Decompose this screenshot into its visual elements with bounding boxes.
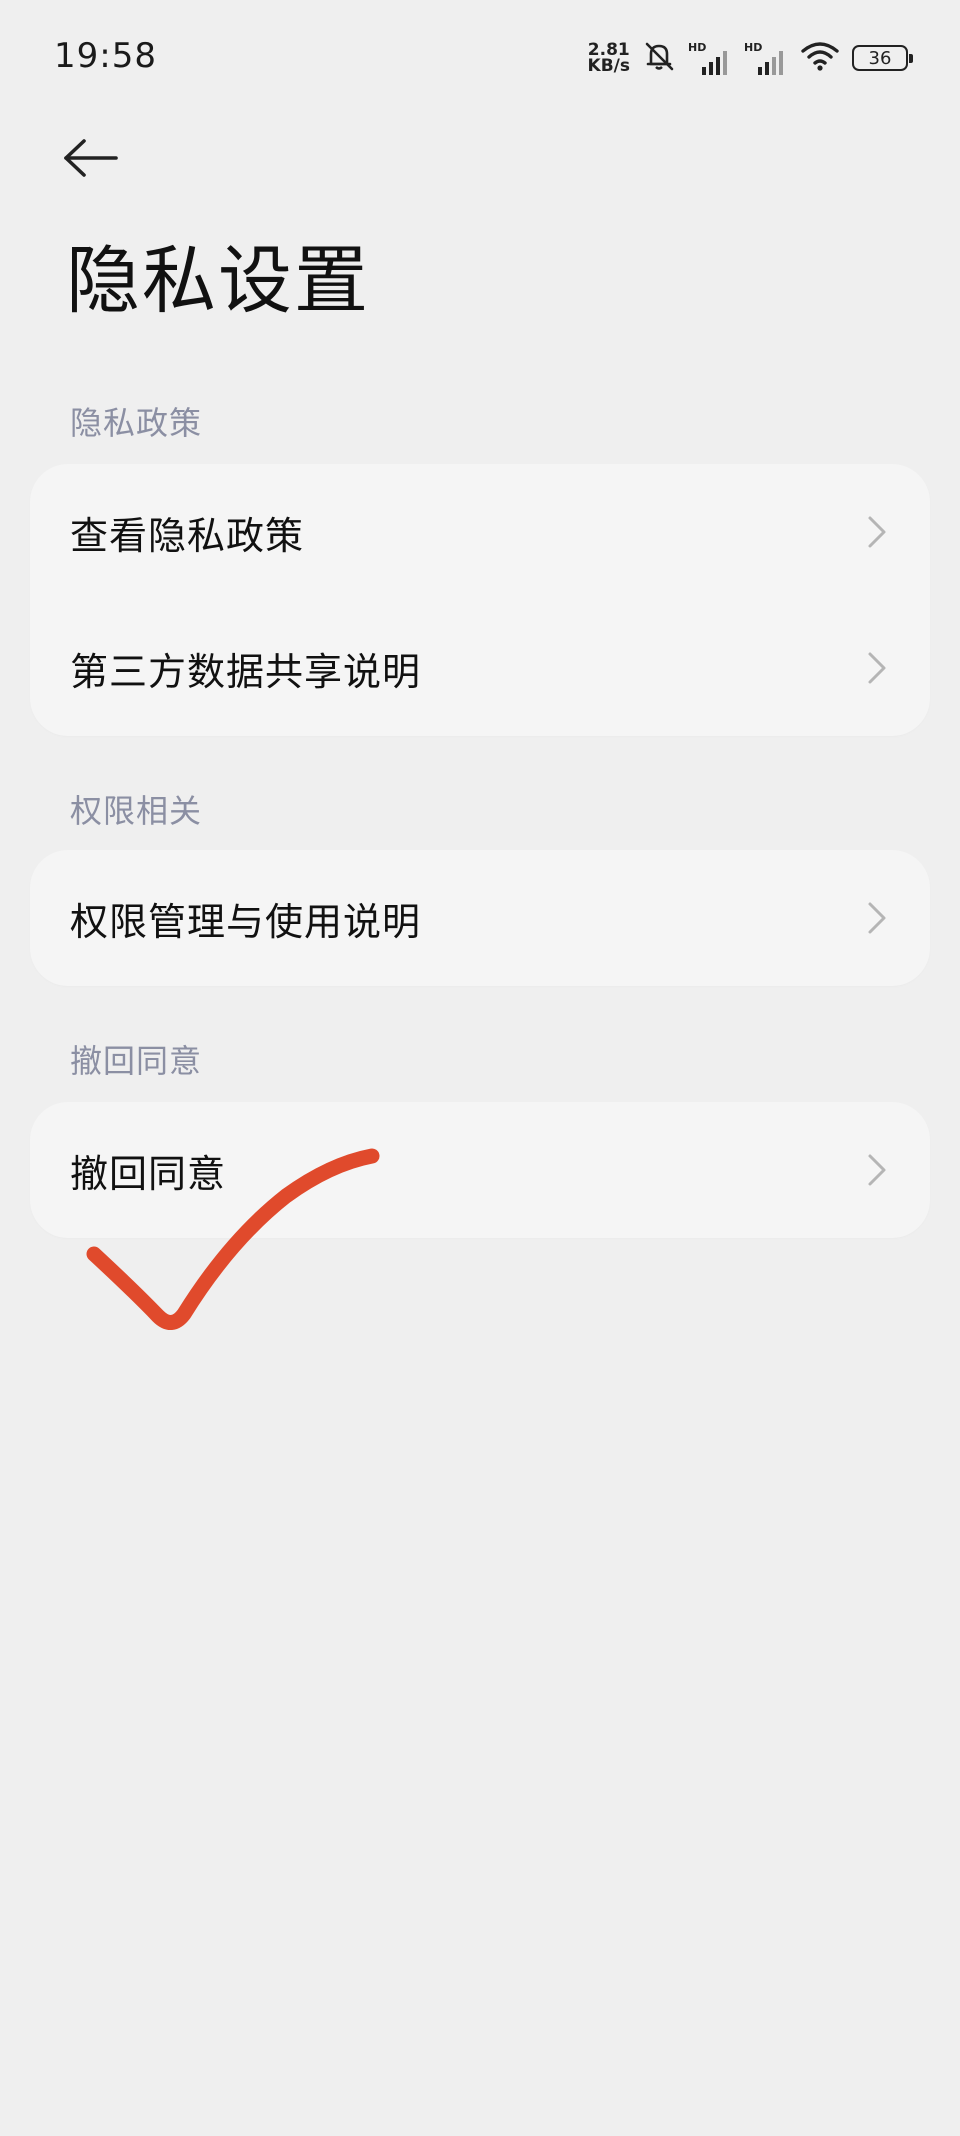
network-speed: 2.81 KB/s (587, 42, 630, 76)
row-permission-management[interactable]: 权限管理与使用说明 (30, 850, 930, 986)
row-label: 第三方数据共享说明 (70, 649, 422, 694)
checkmark-annotation-icon (86, 1148, 380, 1330)
cellular-signal-icon: HD (688, 41, 732, 75)
wifi-icon (800, 40, 840, 76)
card-permissions: 权限管理与使用说明 (30, 850, 930, 986)
network-speed-unit: KB/s (587, 56, 630, 76)
back-button[interactable] (62, 132, 132, 188)
battery-icon: 36 (852, 45, 913, 71)
cellular-signal-icon: HD (744, 41, 788, 75)
status-time: 19:58 (54, 36, 157, 76)
section-header-privacy-policy: 隐私政策 (70, 404, 203, 442)
mute-bell-icon (642, 39, 676, 77)
back-arrow-icon (62, 138, 120, 182)
row-third-party-data-sharing[interactable]: 第三方数据共享说明 (30, 600, 930, 736)
status-bar: 19:58 2.81 KB/s HD HD 36 (0, 0, 960, 110)
section-header-withdraw-consent: 撤回同意 (70, 1042, 203, 1080)
row-view-privacy-policy[interactable]: 查看隐私政策 (30, 464, 930, 600)
chevron-right-icon (866, 648, 890, 688)
row-label: 查看隐私政策 (70, 513, 305, 558)
card-privacy-policy: 查看隐私政策 第三方数据共享说明 (30, 464, 930, 736)
chevron-right-icon (866, 898, 890, 938)
page-title: 隐私设置 (66, 238, 370, 324)
section-header-permissions: 权限相关 (70, 792, 203, 830)
chevron-right-icon (866, 512, 890, 552)
status-icons: 2.81 KB/s HD HD 36 (587, 38, 913, 78)
chevron-right-icon (866, 1150, 890, 1190)
row-label: 权限管理与使用说明 (70, 899, 422, 944)
battery-level: 36 (868, 47, 892, 69)
